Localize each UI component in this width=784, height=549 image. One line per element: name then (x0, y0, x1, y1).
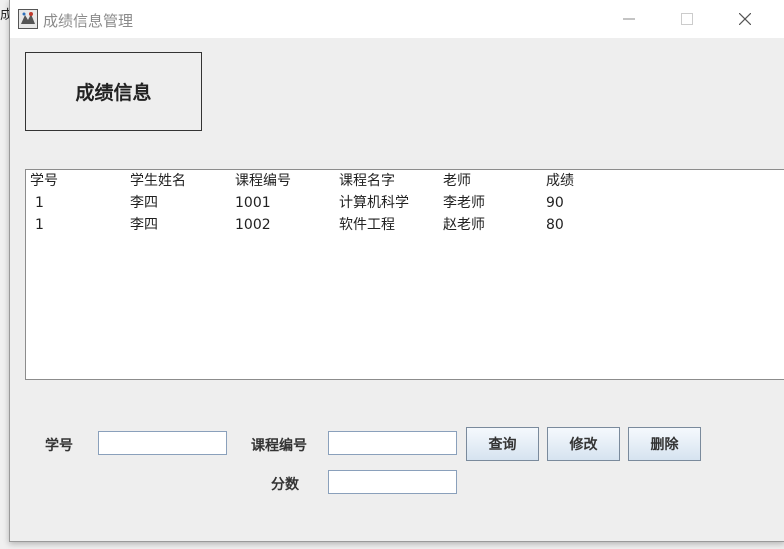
heading-panel: 成绩信息 (25, 52, 202, 131)
cell-teacher: 赵老师 (443, 217, 485, 233)
cell-course-id: 1001 (235, 195, 271, 211)
app-window: 成绩信息管理 成绩信息 学号 学生姓名 课程编号 课程名字 老师 成绩 1 李四… (9, 0, 784, 542)
student-id-label: 学号 (45, 438, 73, 454)
grades-table[interactable]: 学号 学生姓名 课程编号 课程名字 老师 成绩 1 李四 1001 计算机科学 … (25, 169, 784, 380)
column-header-course-id[interactable]: 课程编号 (235, 170, 291, 192)
minimize-icon (623, 18, 635, 20)
maximize-button[interactable] (664, 0, 710, 38)
course-id-input[interactable] (328, 431, 457, 455)
student-id-input[interactable] (98, 431, 227, 455)
column-header-score[interactable]: 成绩 (546, 170, 574, 192)
course-id-label: 课程编号 (251, 438, 307, 454)
table-row[interactable]: 1 李四 1001 计算机科学 李老师 90 (26, 192, 784, 214)
cell-student-id: 1 (35, 195, 44, 211)
cell-course-name: 软件工程 (339, 217, 395, 233)
page-title: 成绩信息 (75, 82, 152, 104)
cell-course-id: 1002 (235, 217, 271, 233)
table-header: 学号 学生姓名 课程编号 课程名字 老师 成绩 (26, 170, 784, 192)
cell-student-name: 李四 (130, 217, 158, 233)
column-header-course-name[interactable]: 课程名字 (339, 170, 395, 192)
title-bar[interactable]: 成绩信息管理 (10, 0, 784, 38)
table-row[interactable]: 1 李四 1002 软件工程 赵老师 80 (26, 214, 784, 236)
cell-student-name: 李四 (130, 195, 158, 211)
cell-teacher: 李老师 (443, 195, 485, 211)
cell-score: 80 (546, 217, 564, 233)
cell-course-name: 计算机科学 (339, 195, 409, 211)
score-label: 分数 (271, 477, 299, 493)
minimize-button[interactable] (606, 0, 652, 38)
score-input[interactable] (328, 470, 457, 494)
column-header-student-id[interactable]: 学号 (30, 170, 58, 192)
modify-button[interactable]: 修改 (547, 427, 620, 461)
column-header-teacher[interactable]: 老师 (443, 170, 471, 192)
close-icon (739, 13, 751, 25)
maximize-icon (681, 13, 693, 25)
cell-score: 90 (546, 195, 564, 211)
cell-student-id: 1 (35, 217, 44, 233)
column-header-student-name[interactable]: 学生姓名 (130, 170, 186, 192)
query-button[interactable]: 查询 (466, 427, 539, 461)
delete-button[interactable]: 删除 (628, 427, 701, 461)
app-icon (18, 9, 38, 29)
window-title: 成绩信息管理 (43, 12, 134, 30)
close-button[interactable] (722, 0, 768, 38)
